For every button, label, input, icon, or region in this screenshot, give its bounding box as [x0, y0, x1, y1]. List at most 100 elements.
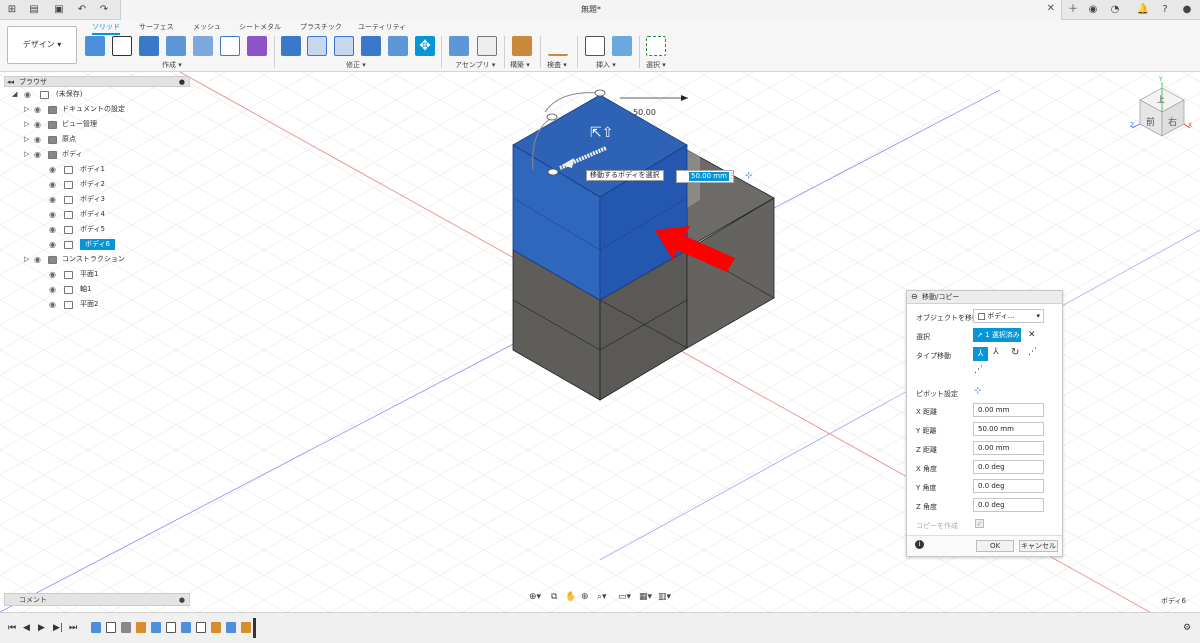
- collapse-icon[interactable]: ◂◂: [7, 77, 14, 87]
- pivot-set-icon[interactable]: ⊹: [974, 386, 982, 396]
- rotate-handle[interactable]: [594, 89, 606, 97]
- visibility-eye-icon[interactable]: ◉: [34, 147, 41, 162]
- redo-icon[interactable]: ↷: [97, 3, 111, 17]
- point-to-position-icon[interactable]: ⋰: [974, 365, 983, 375]
- tab-plastic[interactable]: プラスチック: [300, 22, 342, 32]
- selection-button[interactable]: ➚ 1 選択済み: [973, 328, 1021, 342]
- user-avatar-icon[interactable]: ●: [1180, 3, 1194, 17]
- group-insert[interactable]: 挿入 ▾: [596, 60, 616, 70]
- group-create[interactable]: 作成 ▾: [162, 60, 182, 70]
- cancel-button[interactable]: キャンセル: [1019, 540, 1058, 552]
- step-forward-icon[interactable]: ▶|: [53, 623, 63, 633]
- group-assemble[interactable]: アセンブリ ▾: [455, 60, 495, 70]
- zoom-window-icon[interactable]: ⌕▾: [597, 592, 607, 602]
- visibility-eye-icon[interactable]: ◉: [49, 267, 56, 282]
- dialog-header[interactable]: ⊖ 移動/コピー: [907, 291, 1062, 304]
- group-select[interactable]: 選択 ▾: [646, 60, 666, 70]
- zoom-icon[interactable]: ⊕: [581, 592, 589, 602]
- copy-checkbox[interactable]: ✓: [975, 519, 984, 528]
- field-input[interactable]: 0.0 deg: [973, 460, 1044, 474]
- press-pull-icon[interactable]: [281, 36, 301, 56]
- form-icon[interactable]: [247, 36, 267, 56]
- timeline-feature[interactable]: [241, 622, 251, 633]
- display-settings-icon[interactable]: ▭▾: [618, 592, 631, 602]
- group-construct[interactable]: 構築 ▾: [510, 60, 530, 70]
- timeline-marker[interactable]: [253, 618, 256, 638]
- undo-icon[interactable]: ↶: [75, 3, 89, 17]
- expand-toggle-icon[interactable]: ▷: [24, 252, 29, 267]
- visibility-eye-icon[interactable]: ◉: [34, 117, 41, 132]
- play-icon[interactable]: ▶: [38, 623, 45, 633]
- group-inspect[interactable]: 検査 ▾: [547, 60, 567, 70]
- browser-item[interactable]: ▷ ◉ コンストラクション: [4, 252, 190, 267]
- browser-item[interactable]: ▷ ◉ ボディ: [4, 147, 190, 162]
- scale-icon[interactable]: [388, 36, 408, 56]
- revolve-icon[interactable]: [166, 36, 186, 56]
- chamfer-icon[interactable]: [334, 36, 354, 56]
- expand-toggle-icon[interactable]: ▷: [24, 147, 29, 162]
- move-gizmo-arrows[interactable]: ⇱⇧: [590, 125, 613, 141]
- field-input[interactable]: 0.00 mm: [973, 441, 1044, 455]
- joint-icon[interactable]: [477, 36, 497, 56]
- timeline-feature[interactable]: [226, 622, 236, 633]
- field-input[interactable]: 0.0 deg: [973, 479, 1044, 493]
- rotate-handle[interactable]: [546, 113, 558, 121]
- go-to-end-icon[interactable]: ⏭: [69, 623, 77, 633]
- go-to-start-icon[interactable]: ⏮: [8, 623, 16, 633]
- new-tab-icon[interactable]: ＋: [1066, 3, 1080, 17]
- help-icon[interactable]: ?: [1158, 3, 1172, 17]
- browser-item[interactable]: ▷ ◉ 原点: [4, 132, 190, 147]
- expand-toggle-icon[interactable]: ▷: [24, 132, 29, 147]
- visibility-eye-icon[interactable]: ◉: [49, 207, 56, 222]
- grid-menu-icon[interactable]: ⊞: [5, 3, 19, 17]
- dialog-collapse-icon[interactable]: ⊖: [911, 291, 918, 303]
- viewcube[interactable]: 上 前 右 Y Z X: [1130, 76, 1192, 140]
- job-status-icon[interactable]: ◔: [1108, 3, 1122, 17]
- tab-solid[interactable]: ソリッド: [92, 22, 120, 35]
- create-sketch-icon[interactable]: [112, 36, 132, 56]
- visibility-eye-icon[interactable]: ◉: [34, 102, 41, 117]
- expand-toggle-icon[interactable]: ▷: [24, 102, 29, 117]
- document-tab[interactable]: 無題* ✕: [120, 0, 1062, 20]
- browser-item[interactable]: ◉ ボディ3: [4, 192, 190, 207]
- pan-icon[interactable]: ✋: [565, 592, 576, 602]
- expand-toggle-icon[interactable]: ◢: [12, 87, 17, 102]
- browser-item[interactable]: ▷ ◉ ドキュメントの設定: [4, 102, 190, 117]
- visibility-eye-icon[interactable]: ◉: [49, 177, 56, 192]
- clear-selection-icon[interactable]: ✕: [1028, 330, 1036, 340]
- field-input[interactable]: 0.0 deg: [973, 498, 1044, 512]
- tab-utilities[interactable]: ユーティリティ: [358, 22, 406, 32]
- timeline-settings-icon[interactable]: ⚙: [1183, 623, 1191, 633]
- free-move-icon[interactable]: ⅄: [973, 347, 988, 361]
- comments-pin-icon[interactable]: ●: [179, 594, 185, 606]
- point-to-point-icon[interactable]: ⋰: [1028, 347, 1037, 357]
- timeline-feature[interactable]: [166, 622, 176, 633]
- comments-panel[interactable]: コメント ●: [4, 593, 190, 606]
- pattern-icon[interactable]: [220, 36, 240, 56]
- new-component-assembly-icon[interactable]: [449, 36, 469, 56]
- group-modify[interactable]: 修正 ▾: [346, 60, 366, 70]
- ok-button[interactable]: OK: [976, 540, 1014, 552]
- grid-settings-icon[interactable]: ▦▾: [639, 592, 652, 602]
- info-icon[interactable]: i: [915, 540, 924, 549]
- field-input[interactable]: 50.00 mm: [973, 422, 1044, 436]
- orbit-target-icon[interactable]: ⊕▾: [529, 592, 541, 602]
- browser-item[interactable]: ◉ ボディ2: [4, 177, 190, 192]
- browser-header[interactable]: ◂◂ ブラウザ ●: [4, 76, 190, 87]
- close-tab-icon[interactable]: ✕: [1047, 3, 1055, 14]
- save-icon[interactable]: ▣: [52, 3, 66, 17]
- insert-derive-icon[interactable]: [585, 36, 605, 56]
- timeline-feature[interactable]: [151, 622, 161, 633]
- tab-surface[interactable]: サーフェス: [139, 22, 174, 32]
- distance-input[interactable]: 50.00 mm: [689, 172, 729, 181]
- visibility-eye-icon[interactable]: ◉: [49, 222, 56, 237]
- extrude-icon[interactable]: [139, 36, 159, 56]
- measure-icon[interactable]: [548, 36, 568, 56]
- tab-mesh[interactable]: メッシュ: [193, 22, 221, 32]
- visibility-eye-icon[interactable]: ◉: [34, 252, 41, 267]
- extensions-icon[interactable]: ◉: [1086, 3, 1100, 17]
- combine-icon[interactable]: [361, 36, 381, 56]
- browser-item[interactable]: ◢ ◉ (未保存): [4, 87, 190, 102]
- browser-item[interactable]: ◉ ボディ1: [4, 162, 190, 177]
- browser-item[interactable]: ▷ ◉ ビュー管理: [4, 117, 190, 132]
